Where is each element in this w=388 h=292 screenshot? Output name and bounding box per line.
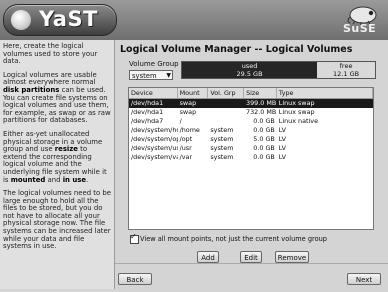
cell-size: 732.0 MB bbox=[246, 108, 277, 116]
suse-brand-text: SuSE bbox=[343, 22, 377, 35]
cell-device: /dev/system/opt bbox=[131, 135, 178, 143]
view-all-checkbox[interactable]: ✓ bbox=[130, 232, 139, 244]
cell-device: /dev/hda1 bbox=[131, 99, 164, 107]
volume-group-usage-bar: used 29.5 GB free 12.1 GB bbox=[181, 61, 376, 79]
yast-logo: YaST bbox=[3, 4, 117, 36]
back-button[interactable]: Back bbox=[118, 273, 152, 285]
help-paragraph: Logical volumes are usable almost everyw… bbox=[3, 70, 111, 125]
usage-free-segment: free 12.1 GB bbox=[317, 62, 375, 78]
usage-free-value: 12.1 GB bbox=[333, 69, 360, 78]
cell-mount: /var bbox=[179, 153, 193, 161]
table-row[interactable]: /dev/system/home/home system 0.0 GBLV bbox=[129, 126, 373, 135]
cell-vol-grp: system bbox=[210, 153, 234, 161]
help-paragraph: Either as-yet unallocated physical stora… bbox=[3, 129, 107, 184]
cell-device: /dev/hda7 bbox=[131, 117, 164, 125]
volume-group-label: Volume Group bbox=[129, 60, 179, 68]
cell-type: LV bbox=[278, 153, 287, 161]
table-header: Device Mount Vol. Grp Size Type bbox=[129, 88, 373, 99]
cell-type: Linux swap bbox=[278, 108, 315, 116]
edit-button[interactable]: Edit bbox=[240, 251, 262, 263]
title-banner: YaST SuSE bbox=[0, 0, 388, 40]
cell-type: LV bbox=[278, 135, 287, 143]
cell-mount: /home bbox=[179, 126, 200, 134]
table-row[interactable]: /dev/system/usr/usr system 0.0 GB LV bbox=[129, 144, 373, 153]
usage-used-value: 29.5 GB bbox=[236, 69, 263, 78]
cell-vol-grp: system bbox=[210, 144, 234, 152]
cell-type: Linux swap bbox=[278, 99, 315, 107]
cell-mount: /usr bbox=[179, 144, 192, 152]
cell-vol-grp bbox=[208, 108, 244, 117]
table-row[interactable]: /dev/hda7 / 0.0 GB Linux native bbox=[129, 117, 373, 126]
cell-device: /dev/system/usr bbox=[131, 144, 178, 152]
cell-type: LV bbox=[278, 144, 287, 152]
help-paragraph: The logical volumes need to be large eno… bbox=[3, 189, 111, 251]
cell-vol-grp: system bbox=[210, 126, 234, 134]
column-header-mount[interactable]: Mount bbox=[178, 88, 209, 98]
chevron-down-icon: ▼ bbox=[166, 72, 171, 79]
table-row[interactable]: /dev/hda1 swap 399.0 MB Linux swap bbox=[129, 99, 373, 108]
table-row[interactable]: /dev/system/opt/opt system 5.0 GBLV bbox=[129, 135, 373, 144]
cell-size: 399.0 MB bbox=[246, 99, 277, 107]
cell-size: 5.0 GB bbox=[253, 135, 275, 143]
cell-mount: swap bbox=[179, 99, 197, 107]
column-header-type[interactable]: Type bbox=[277, 88, 373, 98]
cell-size: 0.0 GB bbox=[253, 117, 275, 125]
cell-mount: / bbox=[179, 117, 182, 125]
next-button[interactable]: Next bbox=[347, 273, 381, 285]
table-row[interactable]: /dev/hda1 swap 732.0 MB Linux swap bbox=[129, 108, 373, 117]
yast-logo-text: YaST bbox=[39, 7, 98, 31]
help-paragraph: Here, create the logical volumes used to… bbox=[3, 42, 98, 66]
cell-device: /dev/hda1 bbox=[131, 108, 164, 116]
cell-vol-grp bbox=[208, 117, 244, 126]
help-pane: Here, create the logical volumes used to… bbox=[0, 40, 115, 289]
volume-group-select[interactable]: system ▼ bbox=[129, 70, 173, 80]
cell-vol-grp bbox=[208, 99, 244, 108]
view-all-label: View all mount points, not just the curr… bbox=[140, 235, 327, 243]
cell-size: 0.0 GB bbox=[253, 126, 275, 134]
cell-size: 0.0 GB bbox=[253, 144, 275, 152]
cell-vol-grp: system bbox=[210, 135, 234, 143]
volume-group-value: system bbox=[132, 72, 157, 80]
page-title: Logical Volume Manager -- Logical Volume… bbox=[120, 44, 353, 55]
cell-mount: swap bbox=[179, 108, 197, 116]
cell-device: /dev/system/home bbox=[131, 126, 178, 134]
yast-disk-icon bbox=[11, 10, 31, 30]
usage-used-segment: used 29.5 GB bbox=[182, 62, 318, 78]
checkmark-icon: ✓ bbox=[130, 232, 137, 241]
column-header-vol-grp[interactable]: Vol. Grp bbox=[208, 88, 245, 98]
table-body: /dev/hda1 swap 399.0 MB Linux swap/dev/hda1… bbox=[129, 99, 373, 162]
table-row[interactable]: /dev/system/var/var system 0.0 GB LV bbox=[129, 153, 373, 162]
cell-mount: /opt bbox=[179, 135, 193, 143]
logical-volumes-table[interactable]: Device Mount Vol. Grp Size Type /dev/hda… bbox=[128, 87, 374, 230]
remove-button[interactable]: Remove bbox=[275, 251, 309, 263]
footer-divider bbox=[115, 263, 388, 264]
cell-size: 0.0 GB bbox=[253, 153, 275, 161]
cell-type: Linux native bbox=[278, 117, 319, 125]
column-header-device[interactable]: Device bbox=[129, 88, 178, 98]
column-header-size[interactable]: Size bbox=[244, 88, 277, 98]
cell-device: /dev/system/var bbox=[131, 153, 178, 161]
cell-type: LV bbox=[278, 126, 287, 134]
add-button[interactable]: Add bbox=[197, 251, 219, 263]
